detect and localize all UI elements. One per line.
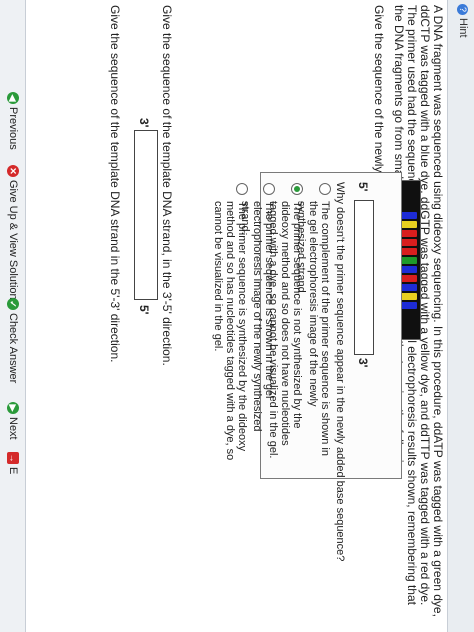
radio-button[interactable] xyxy=(236,183,248,195)
give-up-label: Give Up & View Solution xyxy=(7,180,19,300)
question-2-prompt: Give the sequence of the template DNA st… xyxy=(160,5,174,366)
choice-text: The primer sequence is synthesized by th… xyxy=(212,201,248,461)
arrow-left-icon: ◀ xyxy=(7,92,19,104)
answer-1-start-label: 5' xyxy=(356,182,370,192)
hint-label: Hint xyxy=(457,18,469,38)
check-answer-label: Check Answer xyxy=(7,313,19,384)
exit-button[interactable]: → E xyxy=(7,452,19,474)
answer-2-start-label: 3' xyxy=(137,118,151,128)
radio-button-selected[interactable] xyxy=(291,183,303,195)
close-icon: ✕ xyxy=(7,165,19,177)
give-up-view-solution-button[interactable]: ✕ Give Up & View Solution xyxy=(7,165,19,300)
previous-label: Previous xyxy=(7,107,19,150)
template-strand-input[interactable] xyxy=(134,130,158,300)
assignment-page: ? Hint A DNA fragment was sequenced usin… xyxy=(0,0,474,632)
synthesized-strand-input[interactable] xyxy=(354,200,374,355)
hint-icon: ? xyxy=(457,4,469,15)
hint-button[interactable]: ? Hint xyxy=(457,4,469,38)
question-3-prompt: Give the sequence of the template DNA st… xyxy=(108,5,122,363)
exit-label: E xyxy=(7,467,19,475)
previous-button[interactable]: ◀ Previous xyxy=(7,92,19,150)
sub-question-prompt: Why doesn't the primer sequence appear i… xyxy=(334,182,346,562)
checkmark-icon: ✓ xyxy=(7,298,19,310)
radio-button[interactable] xyxy=(319,183,331,195)
check-answer-button[interactable]: ✓ Check Answer xyxy=(7,298,19,383)
next-label: Next xyxy=(7,417,19,440)
radio-button[interactable] xyxy=(263,183,275,195)
choice-option-4[interactable]: The primer sequence is synthesized by th… xyxy=(212,183,248,467)
top-toolbar: ? Hint xyxy=(447,0,474,632)
answer-2-end-label: 5' xyxy=(137,305,151,315)
arrow-right-icon: ▶ xyxy=(7,402,19,414)
next-button[interactable]: ▶ Next xyxy=(7,402,19,440)
exit-icon: → xyxy=(7,452,19,464)
answer-1-end-label: 3' xyxy=(356,358,370,368)
